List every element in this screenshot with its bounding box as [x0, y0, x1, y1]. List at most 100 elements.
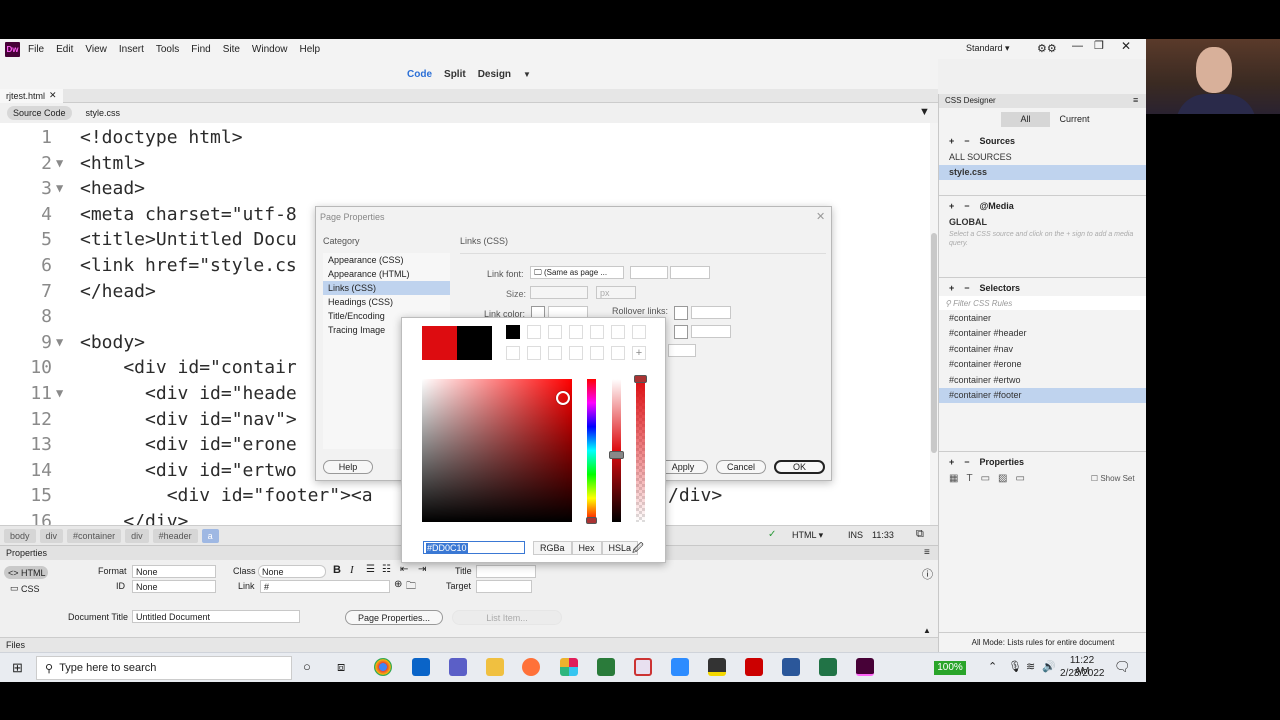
- document-tab[interactable]: rjtest.html ✕: [0, 88, 63, 103]
- add-swatch-button[interactable]: +: [632, 346, 646, 360]
- sync-settings-icon[interactable]: ⚙⚙: [1037, 42, 1057, 55]
- saved-swatch[interactable]: [548, 346, 562, 360]
- sticky-notes-icon[interactable]: [708, 658, 726, 676]
- tray-chevron-icon[interactable]: ⌃: [988, 660, 997, 673]
- outlook-icon[interactable]: [412, 658, 430, 676]
- chevron-down-icon[interactable]: ▼: [523, 70, 531, 79]
- filter-icon[interactable]: ▼: [919, 106, 930, 118]
- fold-toggle-icon[interactable]: ▼: [56, 381, 63, 406]
- show-set-checkbox[interactable]: ☐ Show Set: [1091, 474, 1135, 483]
- media-global[interactable]: GLOBAL: [939, 214, 1146, 230]
- ok-button[interactable]: OK: [774, 460, 825, 474]
- alpha-slider[interactable]: [634, 375, 647, 522]
- category-item[interactable]: Appearance (HTML): [323, 267, 450, 281]
- microphone-icon[interactable]: 🎙: [1008, 660, 1022, 673]
- restore-icon[interactable]: ❐: [1094, 39, 1104, 52]
- layout-icon[interactable]: ▦: [949, 473, 958, 484]
- file-explorer-icon[interactable]: [486, 658, 504, 676]
- color-selector-handle[interactable]: [556, 391, 570, 405]
- page-properties-button[interactable]: Page Properties...: [345, 610, 443, 625]
- saved-swatch[interactable]: [590, 325, 604, 339]
- minimize-icon[interactable]: —: [1072, 40, 1083, 52]
- cancel-button[interactable]: Cancel: [716, 460, 766, 474]
- screencast-icon[interactable]: [597, 658, 615, 676]
- hex-value-input[interactable]: #DD0C10: [423, 541, 525, 554]
- size-unit-select[interactable]: px: [596, 286, 636, 299]
- rollover-color-input[interactable]: [691, 306, 731, 319]
- chrome-icon[interactable]: [374, 658, 392, 676]
- selector-item[interactable]: #container #nav: [939, 341, 1146, 357]
- close-icon[interactable]: ✕: [1121, 39, 1131, 53]
- window-size-icon[interactable]: ⧉: [916, 528, 924, 541]
- underline-style-select[interactable]: [668, 344, 696, 357]
- font-style-select[interactable]: [630, 266, 668, 279]
- photos-icon[interactable]: [634, 658, 652, 676]
- saved-swatch[interactable]: [632, 325, 646, 339]
- selector-item[interactable]: #container #header: [939, 326, 1146, 342]
- title-input[interactable]: [476, 565, 536, 578]
- previous-color-swatch[interactable]: [457, 326, 492, 360]
- bold-button[interactable]: B: [333, 564, 341, 576]
- hue-slider-handle[interactable]: [586, 517, 597, 524]
- add-selector-icon[interactable]: +: [949, 283, 954, 293]
- class-select[interactable]: None: [258, 565, 326, 578]
- link-font-select[interactable]: 🖵 (Same as page ...: [530, 266, 624, 279]
- hue-slider[interactable]: [586, 379, 597, 524]
- color-mode-hex[interactable]: Hex: [571, 541, 602, 555]
- more-icon[interactable]: ▭: [1015, 473, 1024, 484]
- size-select[interactable]: [530, 286, 588, 299]
- css-mode-button[interactable]: ▭ CSS: [10, 583, 40, 594]
- source-code-tab[interactable]: Source Code: [7, 106, 72, 120]
- all-mode-button[interactable]: All: [1001, 112, 1050, 127]
- saved-swatch[interactable]: [569, 325, 583, 339]
- html-mode-button[interactable]: <> HTML: [4, 566, 48, 579]
- italic-button[interactable]: I: [350, 564, 354, 576]
- selector-item[interactable]: #container #ertwo: [939, 372, 1146, 388]
- add-media-icon[interactable]: +: [949, 201, 954, 211]
- eyedropper-icon[interactable]: 🖉: [632, 540, 644, 559]
- font-weight-select[interactable]: [670, 266, 710, 279]
- editor-scrollbar[interactable]: [930, 123, 938, 525]
- saved-swatch[interactable]: [569, 346, 583, 360]
- border-icon[interactable]: ▭: [981, 473, 990, 484]
- indent-icon[interactable]: ⇥: [418, 564, 426, 575]
- selector-item[interactable]: #container #erone: [939, 357, 1146, 373]
- menu-item-edit[interactable]: Edit: [56, 44, 73, 55]
- collapse-icon[interactable]: ▲: [923, 626, 931, 635]
- saturation-brightness-field[interactable]: [422, 379, 572, 522]
- list-item-button[interactable]: List Item...: [452, 610, 562, 625]
- saved-swatch[interactable]: [590, 346, 604, 360]
- saved-swatch[interactable]: [548, 325, 562, 339]
- document-type-select[interactable]: HTML ▾: [792, 530, 823, 541]
- category-item[interactable]: Links (CSS): [323, 281, 450, 295]
- menu-item-window[interactable]: Window: [252, 44, 288, 55]
- volume-icon[interactable]: 🔊: [1042, 660, 1056, 673]
- menu-item-site[interactable]: Site: [223, 44, 240, 55]
- category-item[interactable]: Headings (CSS): [323, 295, 450, 309]
- breadcrumb-tag[interactable]: #container: [67, 528, 122, 543]
- teams-icon[interactable]: [449, 658, 467, 676]
- active-color-swatch[interactable]: [674, 325, 688, 339]
- files-panel-header[interactable]: Files: [0, 637, 938, 652]
- saved-swatch[interactable]: [527, 346, 541, 360]
- saved-swatch[interactable]: [611, 325, 625, 339]
- id-select[interactable]: None: [132, 580, 216, 593]
- source-item[interactable]: ALL SOURCES: [939, 149, 1146, 165]
- selector-item[interactable]: #container #footer: [939, 387, 1146, 403]
- color-mode-rgba[interactable]: RGBa: [533, 541, 572, 555]
- target-select[interactable]: [476, 580, 532, 593]
- text-icon[interactable]: T: [966, 473, 972, 484]
- rollover-color-swatch[interactable]: [674, 306, 688, 320]
- menu-item-tools[interactable]: Tools: [156, 44, 179, 55]
- point-to-file-icon[interactable]: ⊕: [394, 579, 402, 590]
- breadcrumb-tag[interactable]: #header: [152, 528, 198, 543]
- word-icon[interactable]: [782, 658, 800, 676]
- browse-folder-icon[interactable]: 🗀: [406, 579, 416, 596]
- fold-toggle-icon[interactable]: ▼: [56, 151, 63, 176]
- document-title-input[interactable]: Untitled Document: [132, 610, 300, 623]
- style-css-tab[interactable]: style.css: [86, 108, 121, 118]
- fold-toggle-icon[interactable]: ▼: [56, 176, 63, 201]
- remove-source-icon[interactable]: −: [964, 136, 969, 146]
- split-view-button[interactable]: Split: [444, 69, 466, 80]
- breadcrumb-tag[interactable]: a: [201, 528, 219, 543]
